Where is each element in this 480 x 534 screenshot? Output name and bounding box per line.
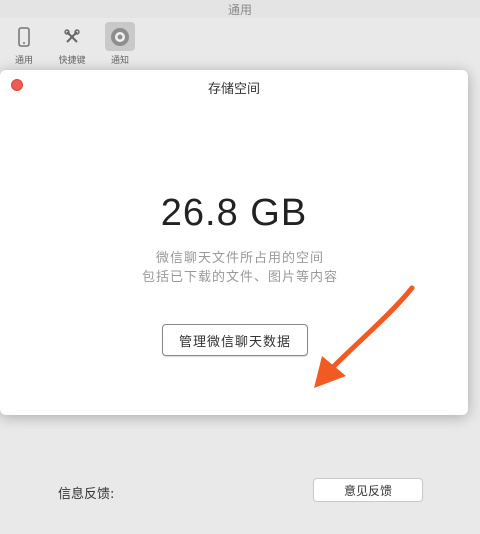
- notification-icon: [105, 22, 135, 51]
- manage-chat-data-button[interactable]: 管理微信聊天数据: [162, 324, 308, 356]
- toolbar-tab-general[interactable]: 通用: [4, 22, 44, 66]
- toolbar-tab-label: 快捷键: [58, 56, 86, 66]
- toolbar-tab-shortcuts[interactable]: 快捷键: [52, 22, 92, 66]
- annotation-arrow-icon: [314, 285, 415, 388]
- preferences-toolbar: 通用 快捷键 通知: [4, 22, 140, 66]
- shortcut-icon: [57, 22, 87, 51]
- sheet-title: 存储空间: [207, 82, 260, 97]
- toolbar-tab-label: 通知: [110, 56, 129, 66]
- storage-description-line1: 微信聊天文件所占用的空间: [155, 251, 324, 266]
- storage-size-value: 26.8 GB: [160, 192, 308, 234]
- feedback-button[interactable]: 意见反馈: [313, 478, 423, 502]
- storage-sheet: 存储空间 26.8 GB 微信聊天文件所占用的空间 包括已下载的文件、图片等内容…: [0, 70, 468, 415]
- window-title: 通用: [227, 3, 252, 17]
- phone-icon: [9, 22, 39, 51]
- toolbar-tab-notifications[interactable]: 通知: [100, 22, 140, 66]
- window-titlebar: 通用: [0, 0, 480, 18]
- feedback-label: 信息反馈:: [58, 487, 115, 502]
- toolbar-tab-label: 通用: [14, 56, 33, 66]
